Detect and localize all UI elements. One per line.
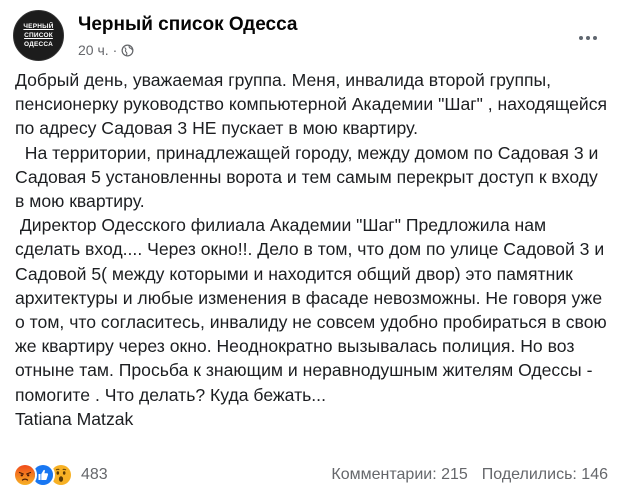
post-author-signature: Tatiana Matzak: [15, 408, 134, 429]
shares-count-link[interactable]: Поделились: 146: [482, 466, 608, 483]
post-paragraph: На территории, принадлежащей городу, меж…: [15, 142, 604, 212]
more-dot-icon: [579, 36, 583, 40]
post-footer: 483 Комментарии: 215 Поделились: 146: [13, 461, 608, 487]
angry-icon: [13, 463, 37, 487]
post-header: ЧЕРНЫЙ СПИСОК ОДЕССА Черный список Одесс…: [13, 10, 607, 62]
reactions-summary[interactable]: 483: [13, 463, 108, 487]
more-dot-icon: [586, 36, 590, 40]
post-text: Добрый день, уважаемая группа. Меня, инв…: [15, 68, 610, 431]
engagement-stats: Комментарии: 215 Поделились: 146: [331, 466, 608, 484]
post-timestamp[interactable]: 20 ч.: [78, 42, 109, 58]
page-name-link[interactable]: Черный список Одесса: [78, 14, 297, 36]
post-paragraph: Добрый день, уважаемая группа. Меня, инв…: [15, 70, 612, 139]
post-meta: 20 ч. ·: [78, 42, 134, 58]
avatar-text-line: ОДЕССА: [23, 41, 54, 48]
avatar-text-line: ЧЕРНЫЙ: [23, 23, 54, 30]
more-options-button[interactable]: [573, 28, 603, 48]
meta-separator: ·: [112, 42, 118, 58]
post-paragraph: Директор Одесского филиала Академии "Шаг…: [15, 215, 612, 405]
more-dot-icon: [593, 36, 597, 40]
page-avatar[interactable]: ЧЕРНЫЙ СПИСОК ОДЕССА: [13, 10, 64, 61]
reaction-count: 483: [81, 466, 108, 483]
comments-count-link[interactable]: Комментарии: 215: [331, 466, 467, 483]
globe-icon[interactable]: [121, 44, 134, 57]
avatar-text-line: СПИСОК: [24, 32, 53, 39]
